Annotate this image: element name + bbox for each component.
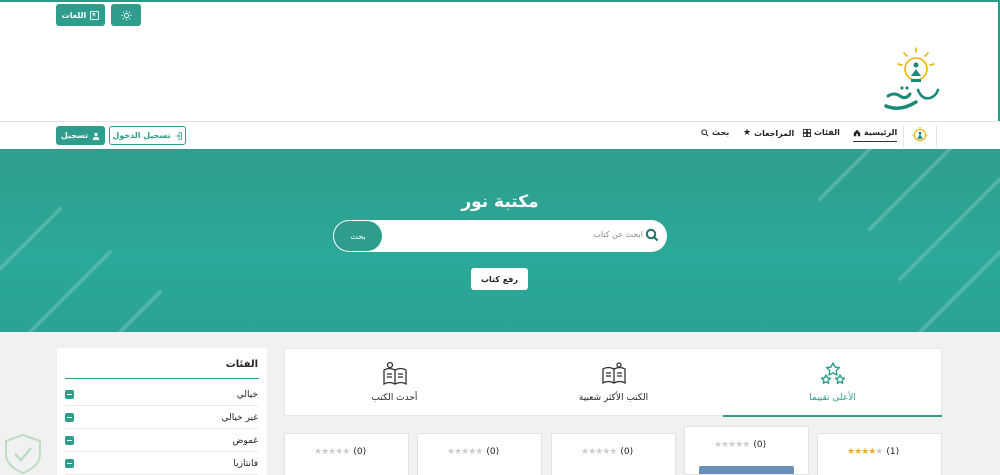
book-cover: [699, 466, 794, 474]
star-rating-icon: ★★★★★: [447, 447, 483, 457]
rating-count: (0): [753, 440, 767, 450]
hero-banner: مكتبة نور بحث ابحث عن كتاب رفع كتاب: [0, 149, 1000, 332]
category-label: غير خيالي: [221, 412, 258, 423]
theme-toggle-button[interactable]: [111, 4, 141, 26]
categories-divider: [65, 378, 259, 379]
rating-count: (1): [886, 447, 900, 457]
book-rating: ★★★★★ (0): [714, 440, 766, 450]
category-item[interactable]: فانتازيا: [65, 453, 258, 475]
nav-item-search-label: بحث: [712, 128, 730, 137]
book-card[interactable]: ★★★★★ (0): [417, 433, 542, 475]
nav-item-reviews[interactable]: ★ المراجعات: [743, 128, 794, 138]
top-header: اللغات: [0, 0, 1000, 121]
search-submit-button[interactable]: بحث: [334, 221, 382, 251]
category-label: فانتازيا: [233, 458, 258, 469]
category-item[interactable]: غموض: [65, 430, 258, 452]
nav-item-search[interactable]: بحث: [701, 128, 729, 137]
category-item[interactable]: خيالي: [65, 384, 258, 406]
nav-item-home-label: الرئيسية: [864, 128, 898, 137]
book-tabs: الأعلى تقييما الكتب الأكثر شعبية أحدث ال…: [284, 348, 942, 417]
categories-title: الفئات: [225, 359, 258, 370]
translate-icon: [90, 10, 100, 20]
book-rating: ★★★★★ (1): [847, 447, 899, 457]
upload-book-button[interactable]: رفع كتاب: [471, 268, 528, 290]
nav-logo-icon[interactable]: [903, 125, 937, 147]
rating-count: (0): [486, 447, 500, 457]
stars-icon: [820, 362, 845, 384]
rating-count: (0): [620, 447, 634, 457]
hero-title: مكتبة نور: [461, 192, 539, 212]
login-button[interactable]: تسجيل الدخول: [109, 126, 186, 145]
tab-newest[interactable]: أحدث الكتب: [285, 349, 504, 417]
book-icon: [65, 436, 74, 445]
nav-item-categories-label: الفئات: [814, 128, 840, 137]
tab-top-rated[interactable]: الأعلى تقييما: [723, 349, 942, 417]
languages-button[interactable]: اللغات: [56, 4, 105, 26]
book-card[interactable]: ★★★★★ (0): [684, 426, 809, 475]
grid-icon: [803, 128, 811, 137]
site-logo[interactable]: [880, 46, 946, 114]
book-card[interactable]: ★★★★★ (0): [284, 433, 409, 475]
nav-item-reviews-label: المراجعات: [754, 128, 795, 138]
shield-badge-icon: [5, 433, 41, 475]
book-rating: ★★★★★ (0): [314, 447, 366, 457]
home-icon: [853, 129, 861, 136]
star-icon: ★: [743, 128, 752, 138]
new-book-icon: [382, 361, 407, 386]
star-rating-icon: ★★★★★: [581, 447, 617, 457]
signup-button[interactable]: تسجيل: [56, 126, 105, 145]
categories-sidebar: الفئات خيالي غير خيالي غموض فانتازيا: [57, 348, 267, 475]
main-navigation: الرئيسية الفئات ★ المراجعات بحث تسجيل ال…: [0, 121, 1000, 149]
sign-in-icon: [175, 131, 182, 140]
star-rating-icon: ★★★★★: [714, 440, 750, 450]
user-icon: [92, 132, 100, 140]
tab-most-popular-label: الكتب الأكثر شعبية: [578, 393, 649, 403]
book-card[interactable]: ★★★★★ (1): [817, 433, 942, 475]
signup-button-label: تسجيل: [60, 131, 89, 140]
book-card[interactable]: ★★★★★ (0): [551, 433, 676, 475]
star-rating-icon: ★★★★★: [847, 447, 883, 457]
languages-button-label: اللغات: [61, 10, 87, 20]
tab-top-rated-label: الأعلى تقييما: [809, 393, 856, 403]
open-book-icon: [601, 362, 626, 385]
rating-count: (0): [353, 447, 367, 457]
book-icon: [65, 390, 74, 399]
book-rating: ★★★★★ (0): [447, 447, 499, 457]
book-rating: ★★★★★ (0): [581, 447, 633, 457]
nav-item-home[interactable]: الرئيسية: [853, 128, 898, 142]
tab-most-popular[interactable]: الكتب الأكثر شعبية: [504, 349, 723, 417]
book-icon: [65, 413, 74, 422]
category-item[interactable]: غير خيالي: [65, 407, 258, 429]
category-label: غموض: [232, 435, 258, 446]
search-icon: [701, 128, 709, 137]
tab-newest-label: أحدث الكتب: [371, 393, 418, 403]
search-input[interactable]: ابحث عن كتاب: [593, 230, 643, 239]
sun-icon: [120, 9, 132, 21]
book-icon: [65, 459, 74, 468]
search-bar: بحث ابحث عن كتاب: [333, 220, 667, 252]
login-button-label: تسجيل الدخول: [112, 131, 171, 140]
search-icon: [645, 228, 659, 242]
category-label: خيالي: [236, 389, 258, 400]
star-rating-icon: ★★★★★: [314, 447, 350, 457]
nav-item-categories[interactable]: الفئات: [803, 128, 840, 137]
